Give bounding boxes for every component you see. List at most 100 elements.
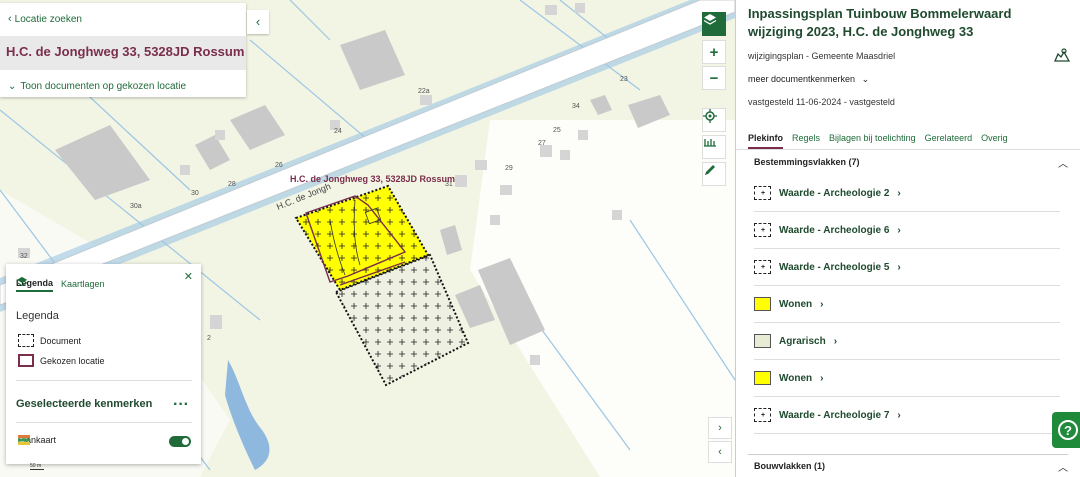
crosshair-icon [703, 109, 717, 123]
chevron-right-icon: › [820, 298, 824, 310]
plankaart-layer: Plankaart [18, 435, 56, 445]
wonen-swatch [754, 297, 771, 311]
chevron-up-icon[interactable]: ︿ [1058, 155, 1068, 170]
location-search-panel: ‹ Locatie zoeken H.C. de Jonghweg 33, 532… [0, 3, 246, 97]
ruler-icon [704, 139, 716, 147]
legend-item-location: Gekozen locatie [18, 354, 105, 367]
location-swatch [18, 354, 34, 367]
next-arrow-button[interactable]: › [708, 417, 732, 439]
document-title: Inpassingsplan Tuinbouw Bommelerwaard wi… [748, 6, 1012, 39]
list-item[interactable]: Wonen › [754, 360, 1060, 397]
item-label: Wonen [779, 372, 813, 384]
locate-button[interactable] [702, 108, 726, 132]
help-icon: ? [1058, 420, 1078, 440]
pencil-icon [705, 165, 715, 175]
back-to-search-link[interactable]: ‹ Locatie zoeken [8, 13, 82, 25]
svg-text:26: 26 [275, 162, 283, 169]
draw-button[interactable] [702, 162, 726, 186]
tab-regels[interactable]: Regels [792, 133, 820, 149]
list-item[interactable]: Waarde - Archeologie 2 › [754, 175, 1060, 212]
chevron-right-icon: › [897, 409, 901, 421]
chevron-right-icon: › [833, 335, 838, 347]
selected-features-title: Geselecteerde kenmerken [16, 398, 153, 410]
help-button[interactable]: ? [1052, 412, 1080, 448]
plankaart-icon [18, 435, 30, 445]
legend-item-label: Gekozen locatie [40, 355, 105, 366]
zoom-in-button[interactable]: + [702, 40, 726, 64]
document-subtitle: wijzigingsplan - Gemeente Maasdriel [748, 51, 896, 61]
meta-label: meer documentkenmerken [748, 74, 856, 84]
chevron-up-icon[interactable]: ︿ [1058, 459, 1068, 474]
tab-kaartlagen[interactable]: Kaartlagen [61, 279, 105, 291]
more-options-icon[interactable]: ··· [173, 396, 189, 414]
layers-button[interactable] [702, 12, 726, 36]
chevron-down-icon: ⌄ [8, 81, 17, 92]
legend-tabs: Legenda Kaartlagen [16, 276, 105, 294]
collapse-panel-button[interactable]: ‹ [247, 10, 269, 34]
archeologie-swatch [754, 223, 771, 237]
chevron-right-icon: › [897, 261, 901, 273]
divider [16, 422, 192, 423]
back-label: Locatie zoeken [14, 14, 82, 25]
show-documents-toggle[interactable]: ⌄ Toon documenten op gekozen locatie [8, 81, 186, 92]
archeologie-swatch [754, 260, 771, 274]
svg-text:28: 28 [228, 181, 236, 188]
svg-text:25: 25 [553, 127, 561, 134]
item-label: Waarde - Archeologie 6 [779, 224, 890, 236]
layers-icon [703, 14, 717, 25]
divider [16, 380, 192, 381]
measure-button[interactable] [702, 135, 726, 159]
map-view[interactable]: 22a 24 26 28 30 30a 32 34 23 25 27 29 31… [0, 0, 735, 477]
map-icon[interactable] [1054, 48, 1071, 67]
close-icon[interactable]: ✕ [184, 270, 193, 283]
chevron-left-icon: ‹ [8, 13, 12, 25]
plankaart-toggle[interactable] [169, 436, 191, 447]
archeologie-swatch [754, 408, 771, 422]
list-item[interactable]: Agrarisch › [754, 323, 1060, 360]
item-label: Waarde - Archeologie 7 [779, 409, 890, 421]
chevron-right-icon: › [897, 187, 901, 199]
layers-icon [16, 276, 28, 287]
legend-item-document: Document [18, 334, 81, 347]
more-document-properties[interactable]: meer documentkenmerken ⌄ [748, 74, 869, 85]
panel-tabs: Plekinfo Regels Bijlagen bij toelichting… [748, 133, 1008, 149]
item-label: Waarde - Archeologie 5 [779, 261, 890, 273]
map-scale: 50 m [30, 463, 44, 470]
legend-heading: Legenda [16, 310, 59, 322]
item-label: Agrarisch [779, 335, 826, 347]
tab-overig[interactable]: Overig [981, 133, 1008, 149]
svg-text:34: 34 [572, 103, 580, 110]
list-item[interactable]: Waarde - Archeologie 5 › [754, 249, 1060, 286]
zoom-out-button[interactable]: − [702, 66, 726, 90]
svg-text:22a: 22a [418, 88, 430, 95]
svg-text:23: 23 [620, 76, 628, 83]
chevron-right-icon: › [820, 372, 824, 384]
section-title[interactable]: Bestemmingsvlakken (7) [754, 157, 860, 167]
svg-text:29: 29 [505, 165, 513, 172]
legend-panel: Legenda Kaartlagen ✕ Legenda Document Ge… [6, 264, 201, 464]
document-date: vastgesteld 11-06-2024 - vastgesteld [748, 97, 895, 107]
tab-plekinfo[interactable]: Plekinfo [748, 133, 784, 149]
parcel-label: H.C. de Jonghweg 33, 5328JD Rossum [290, 174, 455, 184]
archeologie-swatch [754, 186, 771, 200]
tab-gerelateerd[interactable]: Gerelateerd [925, 133, 973, 149]
prev-arrow-button[interactable]: ‹ [708, 441, 732, 463]
divider [748, 454, 1068, 455]
address-bar: H.C. de Jonghweg 33, 5328JD Rossum [0, 36, 246, 70]
tab-bijlagen[interactable]: Bijlagen bij toelichting [829, 133, 916, 149]
svg-text:30a: 30a [130, 203, 142, 210]
tab-divider [736, 149, 1080, 150]
svg-text:30: 30 [191, 190, 199, 197]
chevron-right-icon: › [897, 224, 901, 236]
list-item[interactable]: Wonen › [754, 286, 1060, 323]
list-item[interactable]: Waarde - Archeologie 7 › [754, 397, 1060, 434]
bouwvlakken-title[interactable]: Bouwvlakken (1) [754, 461, 825, 471]
document-panel: Inpassingsplan Tuinbouw Bommelerwaard wi… [735, 0, 1080, 477]
show-documents-label: Toon documenten op gekozen locatie [20, 81, 187, 92]
wonen-swatch [754, 371, 771, 385]
document-swatch [18, 334, 34, 347]
selected-address: H.C. de Jonghweg 33, 5328JD Rossum [6, 44, 245, 59]
list-item[interactable]: Waarde - Archeologie 6 › [754, 212, 1060, 249]
svg-text:27: 27 [538, 140, 546, 147]
agrarisch-swatch [754, 334, 771, 348]
